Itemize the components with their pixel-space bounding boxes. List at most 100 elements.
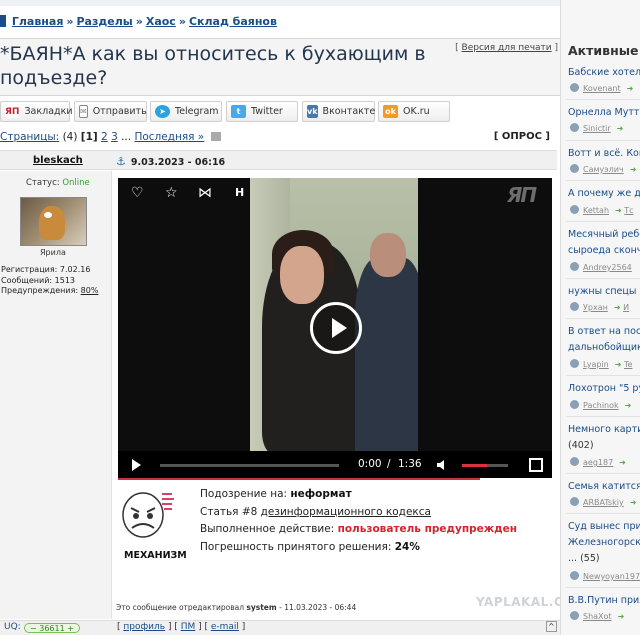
video-control-bar: 0:00 / 1:36 <box>118 451 552 478</box>
ok-button[interactable]: ok OK.ru <box>378 101 450 122</box>
big-play-button[interactable] <box>310 302 362 354</box>
volume-slider[interactable] <box>462 464 508 467</box>
share-icon[interactable]: ⋈ <box>198 185 212 201</box>
uq-badge[interactable]: − 36611 + <box>24 623 80 633</box>
pages-label[interactable]: Страницы: <box>0 131 59 143</box>
breadcrumb-chaos[interactable]: Хаос <box>146 15 176 28</box>
author-link[interactable]: bleskach <box>33 155 83 166</box>
sidebar-user-link[interactable]: И <box>623 303 629 312</box>
sidebar-topic[interactable]: В.В.Путин прил <box>568 595 640 606</box>
sidebar-topic[interactable]: Бабские хотелк <box>568 67 640 78</box>
sidebar-topic[interactable]: Месячный ребе <box>568 229 640 240</box>
page-3-link[interactable]: 3 <box>111 131 118 143</box>
sidebar-topic[interactable]: Орнелла Мутти <box>568 107 640 118</box>
progress-bar[interactable] <box>160 464 339 467</box>
pm-link[interactable]: ПМ <box>181 622 196 632</box>
arrow-icon[interactable]: ➜ <box>618 612 625 621</box>
heart-icon[interactable]: ♡ <box>131 185 144 201</box>
sidebar-user-link[interactable]: ShaXot <box>583 612 612 621</box>
arrow-icon[interactable]: ➜ <box>617 124 624 133</box>
arrow-icon[interactable]: ➜ <box>625 401 632 410</box>
telegram-button[interactable]: ➤ Telegram <box>150 101 222 122</box>
arrow-icon[interactable]: ➜ <box>630 498 637 507</box>
arrow-icon[interactable]: ➜ <box>615 206 622 215</box>
sidebar-topic[interactable]: Железногорска <box>568 537 640 548</box>
post-date: ⚓ 9.03.2023 - 06:16 <box>116 155 225 168</box>
star-icon[interactable]: ☆ <box>165 185 178 201</box>
arrow-icon[interactable]: ➜ <box>619 458 626 467</box>
sidebar-user-link[interactable]: aeg187 <box>583 458 613 467</box>
arrow-icon[interactable]: ➜ <box>630 165 637 174</box>
edited-note: Это сообщение отредактировал system - 11… <box>116 603 356 612</box>
poll-button[interactable]: [ ОПРОС ] <box>494 131 550 142</box>
email-link[interactable]: e-mail <box>211 622 239 632</box>
volume-level <box>462 464 488 467</box>
profile-link[interactable]: профиль <box>123 622 165 632</box>
sidebar-user-link[interactable]: Sinictir <box>583 124 611 133</box>
sidebar-user-link[interactable]: Newyoyan197 <box>583 572 640 581</box>
article-link[interactable]: дезинформационного кодекса <box>261 506 431 518</box>
user-warnings: Предупреждения: 80% <box>1 286 98 297</box>
sidebar-topic-user: Kovenant ➜ <box>570 83 633 95</box>
uq-plus[interactable]: + <box>67 624 74 633</box>
rage-face-icon <box>122 492 174 538</box>
sidebar-divider <box>566 278 640 279</box>
user-info: Регистрация: 7.02.16 Сообщений: 1513 Пре… <box>1 265 98 297</box>
yaplakal-icon: ЯП <box>5 105 20 118</box>
sidebar-user-link[interactable]: Kettah <box>583 206 609 215</box>
user-messages: Сообщений: 1513 <box>1 275 75 285</box>
avatar[interactable] <box>20 197 87 246</box>
sidebar-topic[interactable]: Суд вынес приг <box>568 521 640 532</box>
arrow-icon[interactable]: ➜ <box>627 84 634 93</box>
breadcrumb-sections[interactable]: Разделы <box>77 15 133 28</box>
sidebar-topic[interactable]: В ответ на пост <box>568 326 640 337</box>
twitter-button[interactable]: t Twitter <box>226 101 298 122</box>
status-label: Статус: <box>26 178 60 188</box>
volume-icon[interactable] <box>437 459 449 471</box>
page-2-link[interactable]: 2 <box>101 131 108 143</box>
anchor-icon[interactable]: ⚓ <box>116 155 126 168</box>
user-icon <box>570 611 579 620</box>
sidebar-user-link[interactable]: Pachinok <box>583 401 619 410</box>
sidebar-topic[interactable]: Семья катится <box>568 481 640 492</box>
send-button[interactable]: ✉ Отправить <box>74 101 147 122</box>
divider-line <box>118 478 480 480</box>
sidebar-topic[interactable]: Немного картин <box>568 424 640 435</box>
bookmarks-button[interactable]: ЯП Закладки <box>0 101 73 122</box>
sidebar-user-link[interactable]: Kovenant <box>583 84 621 93</box>
arrow-icon[interactable]: ➜ <box>615 360 622 369</box>
error-label: Погрешность принятого решения: <box>200 540 392 553</box>
warnings-value[interactable]: 80% <box>81 286 99 295</box>
sidebar-divider <box>566 140 640 141</box>
yaplakal-watermark-logo: ЯП <box>507 183 537 207</box>
sidebar-user-link[interactable]: ARBATskiy <box>583 498 624 507</box>
sidebar-user-link[interactable]: Урхан <box>583 303 608 312</box>
sidebar-topic[interactable]: Вотт и всё. Кон <box>568 148 640 159</box>
status-value: Online <box>62 178 90 188</box>
sidebar-topic[interactable]: дальнобойщика <box>568 342 640 353</box>
sidebar-user-link[interactable]: Тс <box>624 206 633 215</box>
play-button[interactable] <box>132 459 141 471</box>
sidebar-user-link[interactable]: Andrey2564 <box>583 263 632 272</box>
fullscreen-icon[interactable] <box>529 458 543 472</box>
vk-icon: vk <box>307 105 318 118</box>
sidebar-topic[interactable]: Лохотрон "5 руб <box>568 383 640 394</box>
edited-prefix: Это сообщение отредактировал <box>116 603 245 612</box>
user-icon <box>570 359 579 368</box>
vk-button[interactable]: vk Вконтакте <box>302 101 375 122</box>
page-jump-icon[interactable] <box>210 132 221 141</box>
print-version-link[interactable]: Версия для печати <box>462 43 552 53</box>
sidebar-user-link[interactable]: Lyapin <box>583 360 609 369</box>
arrow-icon[interactable]: ➜ <box>614 303 621 312</box>
to-top-button[interactable]: ^ <box>546 621 557 632</box>
uq-minus[interactable]: − <box>30 624 37 633</box>
sidebar-topic[interactable]: А почему же де <box>568 188 640 199</box>
sidebar-topic[interactable]: сыроеда скончи <box>568 245 640 256</box>
breadcrumb-home[interactable]: Главная <box>12 15 64 28</box>
sidebar-user-link[interactable]: Te <box>624 360 632 369</box>
last-page-link[interactable]: Последняя » <box>134 131 204 143</box>
article-label: Статья #8 <box>200 505 258 518</box>
breadcrumb-bayan-store[interactable]: Склад баянов <box>189 15 277 28</box>
sidebar-topic[interactable]: нужны спецы (5 <box>568 286 640 297</box>
sidebar-user-link[interactable]: Самуэлич <box>583 165 624 174</box>
